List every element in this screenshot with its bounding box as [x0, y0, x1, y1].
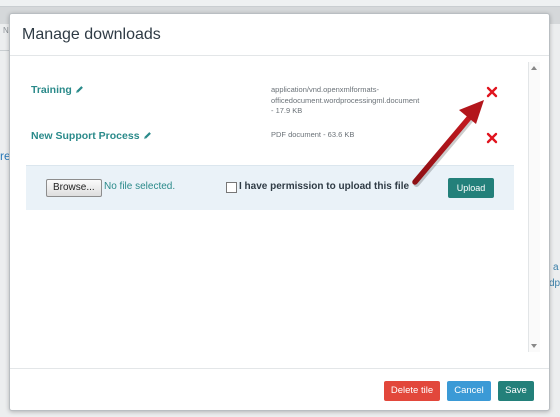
file-type-text: application/vnd.openxmlformats- [271, 85, 379, 94]
browse-button[interactable]: Browse... [46, 179, 102, 197]
download-file-info: PDF document - 63.6 KB [271, 130, 446, 141]
dialog-footer: Delete tile Cancel Save [10, 368, 549, 411]
background-link-fragment: a [553, 262, 559, 273]
delete-tile-button[interactable]: Delete tile [384, 381, 440, 401]
file-type-text: officedocument.wordprocessingml.document [271, 95, 420, 105]
upload-bar: Browse... No file selected. I have permi… [26, 165, 514, 210]
cancel-button[interactable]: Cancel [447, 381, 491, 401]
download-name-link[interactable]: New Support Process [31, 130, 152, 142]
permission-checkbox[interactable] [226, 182, 237, 193]
save-button[interactable]: Save [498, 381, 534, 401]
no-file-selected-text: No file selected. [104, 181, 176, 192]
file-type-text: PDF document - 63.6 KB [271, 130, 355, 139]
download-name-link[interactable]: Training [31, 84, 84, 96]
manage-downloads-dialog: Manage downloads Training application/vn… [9, 13, 550, 411]
scroll-down-arrow-icon[interactable] [531, 344, 537, 348]
pencil-edit-icon[interactable] [75, 85, 84, 94]
background-top-bar [0, 0, 560, 7]
pencil-edit-icon[interactable] [143, 131, 152, 140]
scroll-up-arrow-icon[interactable] [531, 66, 537, 70]
dialog-title: Manage downloads [22, 26, 161, 43]
background-link-fragment: dpi [549, 278, 560, 289]
background-divider [0, 50, 9, 51]
remove-download-icon[interactable] [486, 86, 498, 98]
remove-download-icon[interactable] [486, 132, 498, 144]
download-file-info: application/vnd.openxmlformats- officedo… [271, 85, 446, 117]
upload-button[interactable]: Upload [448, 178, 494, 198]
dialog-header: Manage downloads [10, 14, 549, 56]
dialog-body: Training application/vnd.openxmlformats-… [10, 56, 549, 368]
permission-label[interactable]: I have permission to upload this file [239, 181, 409, 192]
file-size-text: - 17.9 KB [271, 106, 303, 115]
dialog-scrollbar[interactable] [528, 62, 540, 352]
